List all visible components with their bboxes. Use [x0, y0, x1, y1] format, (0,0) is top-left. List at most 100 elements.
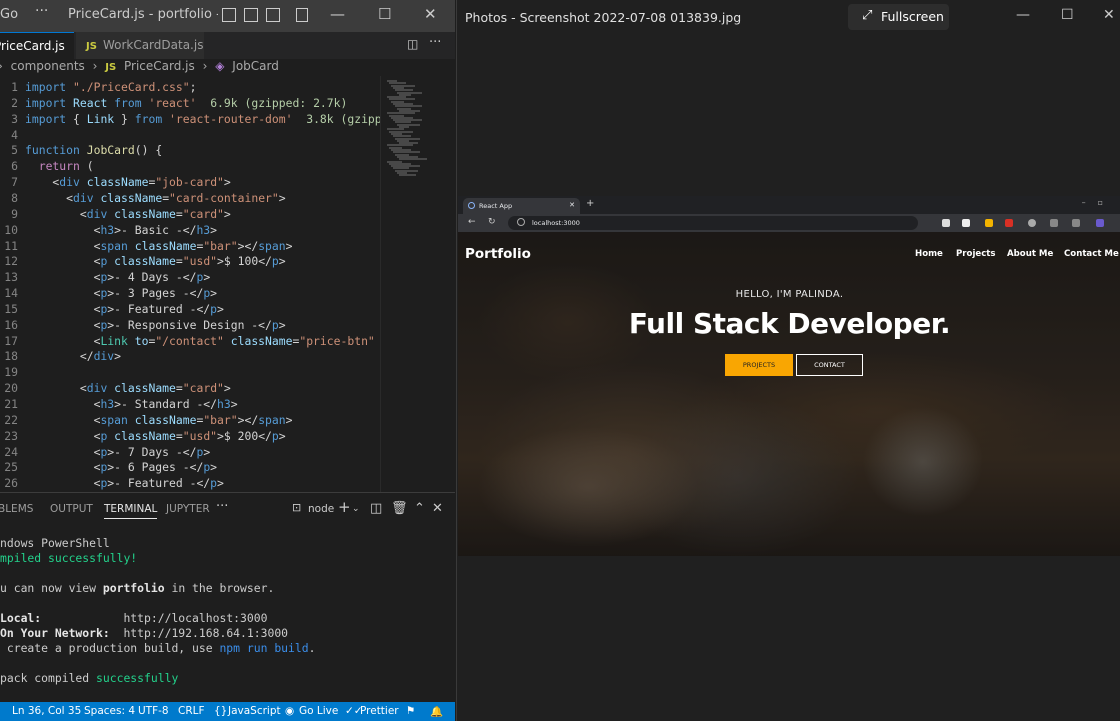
- code-line[interactable]: 9 <div className="card">: [0, 206, 380, 222]
- go-live-button[interactable]: Go Live: [299, 705, 338, 717]
- code-line[interactable]: 5 function JobCard() {: [0, 142, 380, 158]
- cursor-position[interactable]: Ln 36, Col 35: [12, 705, 81, 717]
- nav-contact: Contact Me: [1064, 249, 1119, 259]
- chevron-right-icon: ›: [92, 59, 98, 73]
- browser-tab-strip: React App ✕ + –▫: [458, 196, 1120, 214]
- code-line[interactable]: 4: [0, 127, 380, 143]
- code-line[interactable]: 10 <h3>- Basic -</h3>: [0, 222, 380, 238]
- minimize-icon[interactable]: —: [1016, 7, 1030, 23]
- code-line[interactable]: 19: [0, 364, 380, 380]
- indentation[interactable]: Spaces: 4: [84, 705, 135, 717]
- info-icon: [517, 218, 525, 226]
- minimap-line: [399, 158, 427, 161]
- breadcrumb-item[interactable]: JobCard: [232, 59, 279, 73]
- code-line[interactable]: 7 <div className="job-card">: [0, 174, 380, 190]
- line-text: <div className="card-container">: [25, 190, 286, 205]
- editor-more-icon[interactable]: ···: [429, 35, 441, 50]
- code-line[interactable]: 23 <p className="usd">$ 200</p>: [0, 428, 380, 444]
- tab-pricecard[interactable]: PriceCard.js ✕: [0, 32, 85, 59]
- code-line[interactable]: 2 import React from 'react' 6.9k (gzipped…: [0, 95, 380, 111]
- code-line[interactable]: 24 <p>- 7 Days -</p>: [0, 444, 380, 460]
- line-text: <h3>- Basic -</h3>: [25, 222, 218, 237]
- bell-icon[interactable]: 🔔: [430, 705, 443, 718]
- maximize-panel-icon[interactable]: ⌃: [414, 501, 425, 516]
- hero-overlay: [458, 232, 1120, 556]
- split-editor-icon[interactable]: ◫: [407, 37, 418, 51]
- component-icon: ◈: [215, 59, 225, 73]
- toggle-secondary-sidebar-icon[interactable]: [266, 8, 280, 22]
- more-menu-icon[interactable]: ···: [35, 3, 48, 19]
- tab-output[interactable]: OUTPUT: [50, 503, 93, 515]
- new-terminal-icon[interactable]: +: [338, 498, 351, 516]
- prettier-button[interactable]: Prettier: [360, 705, 399, 717]
- menu-go[interactable]: Go: [0, 7, 18, 22]
- tab-jupyter[interactable]: JUPYTER: [166, 503, 210, 515]
- collections-icon: [1072, 219, 1080, 227]
- toggle-sidebar-icon[interactable]: [222, 8, 236, 22]
- code-line[interactable]: 1 import "./PriceCard.css";: [0, 79, 380, 95]
- terminal-line: pack compiled successfully: [0, 671, 179, 685]
- maximize-icon[interactable]: ☐: [378, 5, 391, 23]
- js-icon: JS: [105, 62, 117, 73]
- line-text: <p>- 3 Pages -</p>: [25, 286, 218, 301]
- code-line[interactable]: 25 <p>- 6 Pages -</p>: [0, 459, 380, 475]
- code-line[interactable]: 15 <p>- Featured -</p>: [0, 301, 380, 317]
- breadcrumb-item[interactable]: PriceCard.js: [124, 59, 195, 73]
- line-text: <div className="card">: [25, 206, 231, 221]
- tab-terminal[interactable]: TERMINAL: [104, 503, 158, 519]
- minimap[interactable]: [380, 76, 455, 492]
- breadcrumb-item[interactable]: components: [11, 59, 85, 73]
- code-line[interactable]: 12 <p className="usd">$ 100</p>: [0, 253, 380, 269]
- maximize-icon[interactable]: ☐: [1061, 7, 1074, 23]
- tab-problems[interactable]: BLEMS: [0, 503, 33, 515]
- customize-layout-icon[interactable]: [296, 8, 308, 22]
- extension-icon: [962, 219, 970, 227]
- nav-home: Home: [915, 249, 943, 259]
- code-line[interactable]: 21 <h3>- Standard -</h3>: [0, 396, 380, 412]
- encoding[interactable]: UTF-8: [138, 705, 169, 717]
- terminal-shell-label[interactable]: node: [308, 503, 334, 515]
- back-icon: ←: [468, 217, 476, 227]
- extension-icon: [985, 219, 993, 227]
- code-line[interactable]: 18 </div>: [0, 348, 380, 364]
- panel-more-icon[interactable]: ···: [216, 499, 228, 514]
- code-line[interactable]: 16 <p>- Responsive Design -</p>: [0, 317, 380, 333]
- hero-greeting: HELLO, I'M PALINDA.: [735, 289, 844, 300]
- code-line[interactable]: 14 <p>- 3 Pages -</p>: [0, 285, 380, 301]
- toggle-panel-icon[interactable]: [244, 8, 258, 22]
- minimize-icon[interactable]: —: [330, 5, 345, 23]
- end-of-line[interactable]: CRLF: [178, 705, 205, 717]
- tab-workcarddata[interactable]: JS WorkCardData.js: [76, 32, 204, 59]
- line-number: 6: [11, 159, 18, 174]
- close-panel-icon[interactable]: ✕: [432, 501, 443, 516]
- code-line[interactable]: 17 <Link to="/contact" className="price-…: [0, 333, 380, 349]
- chevron-down-icon[interactable]: ⌄: [352, 504, 360, 514]
- feedback-icon[interactable]: ⚑: [406, 705, 415, 717]
- code-line[interactable]: 6 return (: [0, 158, 380, 174]
- title-bar: Go ··· PriceCard.js - portfolio - Vi... …: [0, 0, 455, 32]
- split-terminal-icon[interactable]: ◫: [370, 501, 382, 516]
- line-number: 24: [4, 444, 18, 459]
- hero-headline: Full Stack Developer.: [628, 307, 951, 340]
- code-line[interactable]: 26 <p>- Featured -</p>: [0, 475, 380, 491]
- code-line[interactable]: 11 <span className="bar"></span>: [0, 238, 380, 254]
- line-number: 19: [4, 365, 18, 380]
- address-bar: localhost:3000: [508, 216, 918, 230]
- code-line[interactable]: 22 <span className="bar"></span>: [0, 412, 380, 428]
- language-mode[interactable]: JavaScript: [228, 705, 281, 717]
- fullscreen-button[interactable]: ⤢ Fullscreen: [848, 4, 949, 30]
- line-text: <div className="card">: [25, 381, 231, 396]
- code-line[interactable]: 8 <div className="card-container">: [0, 190, 380, 206]
- code-line[interactable]: 20 <div className="card">: [0, 380, 380, 396]
- line-number: 26: [4, 476, 18, 491]
- close-icon[interactable]: ✕: [1103, 7, 1115, 23]
- close-icon[interactable]: ✕: [424, 5, 437, 23]
- nav-projects: Projects: [956, 249, 996, 259]
- line-number: 23: [4, 428, 18, 443]
- code-line[interactable]: 3 import { Link } from 'react-router-dom'…: [0, 111, 380, 127]
- line-number: 18: [4, 349, 18, 364]
- line-text: </div>: [25, 349, 122, 364]
- code-editor[interactable]: 1 import "./PriceCard.css"; 2 import React …: [0, 76, 380, 492]
- trash-icon[interactable]: 🗑: [391, 501, 408, 516]
- code-line[interactable]: 13 <p>- 4 Days -</p>: [0, 269, 380, 285]
